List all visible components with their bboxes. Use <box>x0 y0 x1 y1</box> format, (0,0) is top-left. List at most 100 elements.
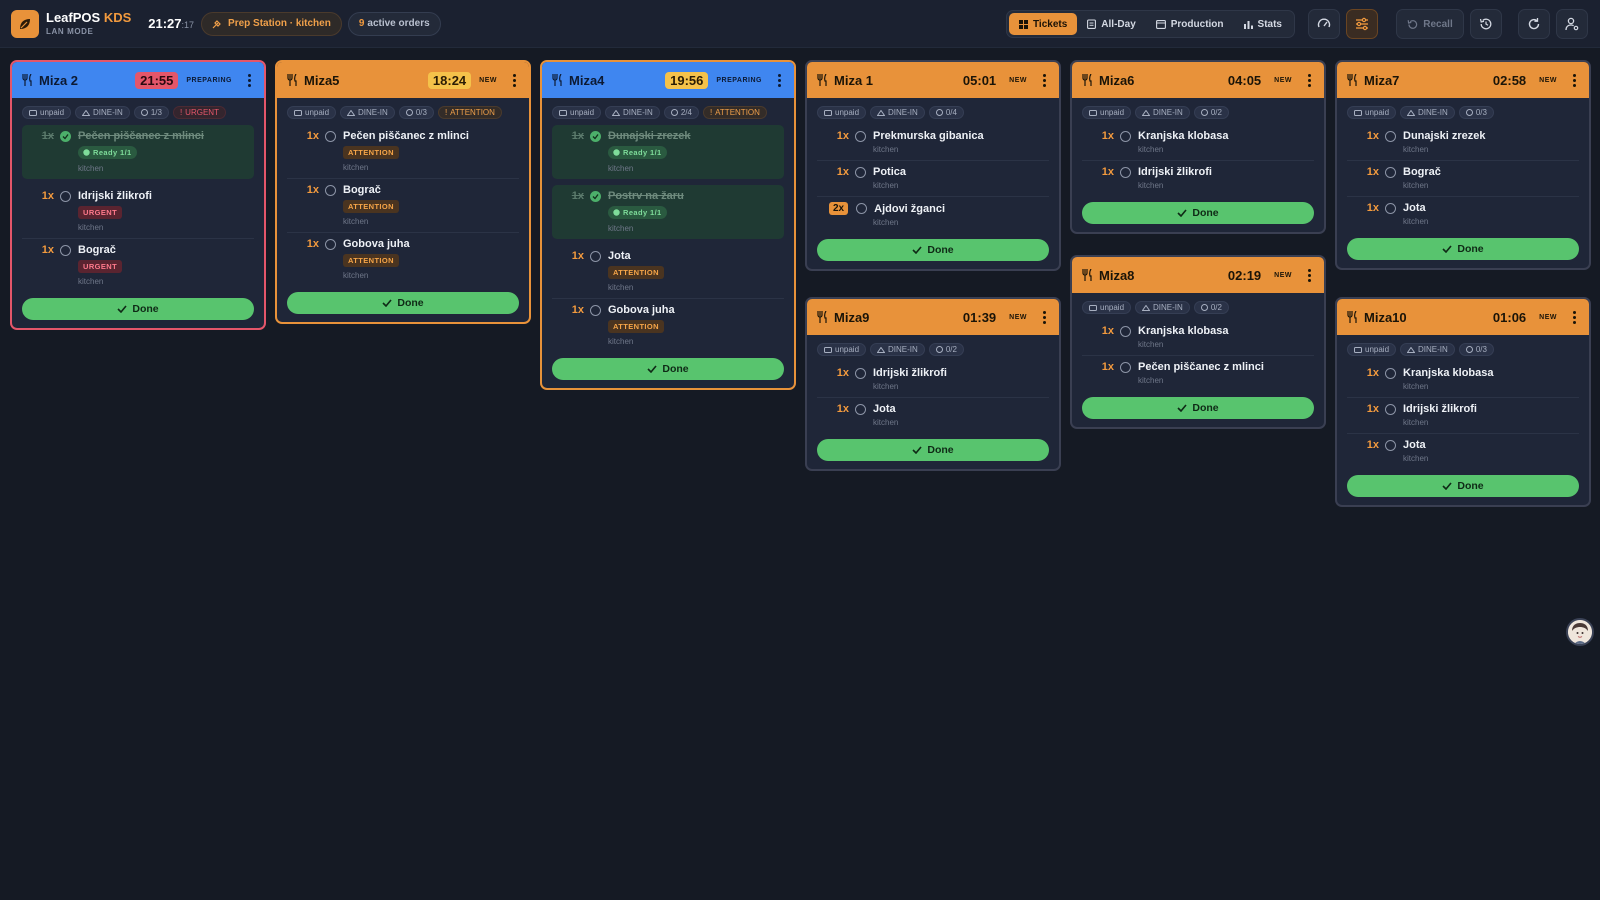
ticket-card[interactable]: Miza6 04:05 NEW unpaid DINE-IN 0/2 1x Kra… <box>1070 60 1326 234</box>
recall-button[interactable]: Recall <box>1396 9 1464 39</box>
done-button[interactable]: Done <box>552 358 784 380</box>
ticket-card[interactable]: Miza4 19:56 PREPARING unpaid DINE-IN 2/4… <box>540 60 796 390</box>
tab-stats[interactable]: Stats <box>1234 13 1292 35</box>
done-button[interactable]: Done <box>1347 238 1579 260</box>
check-circle-icon <box>613 209 620 216</box>
checkbox-icon[interactable] <box>1385 403 1396 415</box>
list-item[interactable]: 1x Idrijski žlikrofi kitchen <box>1082 161 1314 196</box>
list-item[interactable]: 1x Idrijski žlikrofi URGENT kitchen <box>22 185 254 239</box>
more-menu-icon[interactable] <box>1304 73 1314 87</box>
list-item[interactable]: 1x Gobova juha ATTENTION kitchen <box>287 233 519 286</box>
speed-button[interactable] <box>1308 9 1340 39</box>
done-button[interactable]: Done <box>817 439 1049 461</box>
list-item[interactable]: 1x Bograč kitchen <box>1347 161 1579 197</box>
item-name: Kranjska klobasa <box>1138 325 1229 337</box>
checked-icon[interactable] <box>590 130 601 142</box>
filters-button[interactable] <box>1346 9 1378 39</box>
done-button[interactable]: Done <box>22 298 254 320</box>
done-button[interactable]: Done <box>287 292 519 314</box>
checkbox-icon[interactable] <box>325 238 336 250</box>
checkbox-icon[interactable] <box>325 130 336 142</box>
ticket-card[interactable]: Miza9 01:39 NEW unpaid DINE-IN 0/2 1x Idr… <box>805 297 1061 471</box>
more-menu-icon[interactable] <box>244 73 254 87</box>
list-item[interactable]: 2x Ajdovi žganci kitchen <box>817 197 1049 233</box>
list-item[interactable]: 1x Dunajski zrezek Ready 1/1 kitchen <box>552 125 784 179</box>
checkbox-icon[interactable] <box>1385 130 1396 142</box>
checkbox-icon[interactable] <box>855 166 866 178</box>
more-menu-icon[interactable] <box>1039 310 1049 324</box>
list-item[interactable]: 1x Pečen piščanec z mlinci kitchen <box>1082 356 1314 391</box>
checkbox-icon[interactable] <box>1120 361 1131 373</box>
list-item[interactable]: 1x Pečen piščanec z mlinci ATTENTION kitch… <box>287 125 519 179</box>
checkbox-icon[interactable] <box>325 184 336 196</box>
list-item[interactable]: 1x Pečen piščanec z mlinci Ready 1/1 kitch… <box>22 125 254 179</box>
station-selector[interactable]: Prep Station · kitchen <box>201 11 342 36</box>
list-item[interactable]: 1x Jota kitchen <box>817 398 1049 433</box>
list-item[interactable]: 1x Kranjska klobasa kitchen <box>1082 125 1314 161</box>
ticket-card[interactable]: Miza 2 21:55 PREPARING unpaid DINE-IN 1/… <box>10 60 266 330</box>
ticket-card[interactable]: Miza10 01:06 NEW unpaid DINE-IN 0/3 1x Kr… <box>1335 297 1591 507</box>
done-button[interactable]: Done <box>1082 397 1314 419</box>
list-item[interactable]: 1x Idrijski žlikrofi kitchen <box>817 362 1049 398</box>
ticket-status: NEW <box>1274 76 1292 84</box>
check-circle-icon <box>83 149 90 156</box>
list-item[interactable]: 1x Gobova juha ATTENTION kitchen <box>552 299 784 352</box>
tab-all-day[interactable]: All-Day <box>1077 13 1145 35</box>
list-item[interactable]: 1x Dunajski zrezek kitchen <box>1347 125 1579 161</box>
ticket-card[interactable]: Miza5 18:24 NEW unpaid DINE-IN 0/3 ! ATTE… <box>275 60 531 324</box>
more-menu-icon[interactable] <box>774 73 784 87</box>
checkbox-icon[interactable] <box>856 203 868 214</box>
ticket-card[interactable]: Miza7 02:58 NEW unpaid DINE-IN 0/3 1x Dun… <box>1335 60 1591 270</box>
done-button[interactable]: Done <box>1082 202 1314 224</box>
more-menu-icon[interactable] <box>1304 268 1314 282</box>
more-menu-icon[interactable] <box>509 73 519 87</box>
item-station: kitchen <box>78 277 104 286</box>
checkbox-icon[interactable] <box>1120 325 1131 337</box>
checkbox-icon[interactable] <box>855 130 866 142</box>
checkbox-icon[interactable] <box>1120 130 1131 142</box>
list-item[interactable]: 1x Jota kitchen <box>1347 434 1579 469</box>
done-button[interactable]: Done <box>817 239 1049 261</box>
order-type-tag-text: DINE-IN <box>358 108 388 117</box>
refresh-button[interactable] <box>1518 9 1550 39</box>
list-item[interactable]: 1x Kranjska klobasa kitchen <box>1347 362 1579 398</box>
history-button[interactable] <box>1470 9 1502 39</box>
tab-production-label: Production <box>1170 18 1224 30</box>
checkbox-icon[interactable] <box>590 250 601 262</box>
checkbox-icon[interactable] <box>1120 166 1131 178</box>
list-item[interactable]: 1x Bograč ATTENTION kitchen <box>287 179 519 233</box>
list-item[interactable]: 1x Jota kitchen <box>1347 197 1579 232</box>
checkbox-icon[interactable] <box>1385 166 1396 178</box>
list-item[interactable]: 1x Kranjska klobasa kitchen <box>1082 320 1314 356</box>
list-item[interactable]: 1x Prekmurska gibanica kitchen <box>817 125 1049 161</box>
utensils-icon <box>552 74 562 86</box>
checkbox-icon[interactable] <box>855 403 866 415</box>
checked-icon[interactable] <box>590 190 601 202</box>
checkbox-icon[interactable] <box>60 190 71 202</box>
list-item[interactable]: 1x Idrijski žlikrofi kitchen <box>1347 398 1579 434</box>
tab-tickets[interactable]: Tickets <box>1009 13 1078 35</box>
assistant-avatar[interactable] <box>1566 618 1594 646</box>
checkbox-icon[interactable] <box>590 304 601 316</box>
list-item[interactable]: 1x Jota ATTENTION kitchen <box>552 245 784 299</box>
table-name: Miza9 <box>834 309 870 325</box>
more-menu-icon[interactable] <box>1039 73 1049 87</box>
list-item[interactable]: 1x Bograč URGENT kitchen <box>22 239 254 292</box>
ticket-card[interactable]: Miza8 02:19 NEW unpaid DINE-IN 0/2 1x Kra… <box>1070 255 1326 429</box>
more-menu-icon[interactable] <box>1569 310 1579 324</box>
checkbox-icon[interactable] <box>1385 202 1396 214</box>
ticket-card[interactable]: Miza 1 05:01 NEW unpaid DINE-IN 0/4 1x Pr… <box>805 60 1061 271</box>
more-menu-icon[interactable] <box>1569 73 1579 87</box>
checked-icon[interactable] <box>60 130 71 142</box>
list-item[interactable]: 1x Potica kitchen <box>817 161 1049 197</box>
done-button[interactable]: Done <box>1347 475 1579 497</box>
checkbox-icon[interactable] <box>855 367 866 379</box>
checkbox-icon[interactable] <box>60 244 71 256</box>
checkbox-icon[interactable] <box>1385 439 1396 451</box>
item-qty: 1x <box>306 184 319 196</box>
list-item[interactable]: 1x Postrv na žaru Ready 1/1 kitchen <box>552 185 784 239</box>
tab-production[interactable]: Production <box>1146 13 1234 35</box>
checkbox-icon[interactable] <box>1385 367 1396 379</box>
staff-button[interactable] <box>1556 9 1588 39</box>
item-name: Jota <box>1403 439 1426 451</box>
